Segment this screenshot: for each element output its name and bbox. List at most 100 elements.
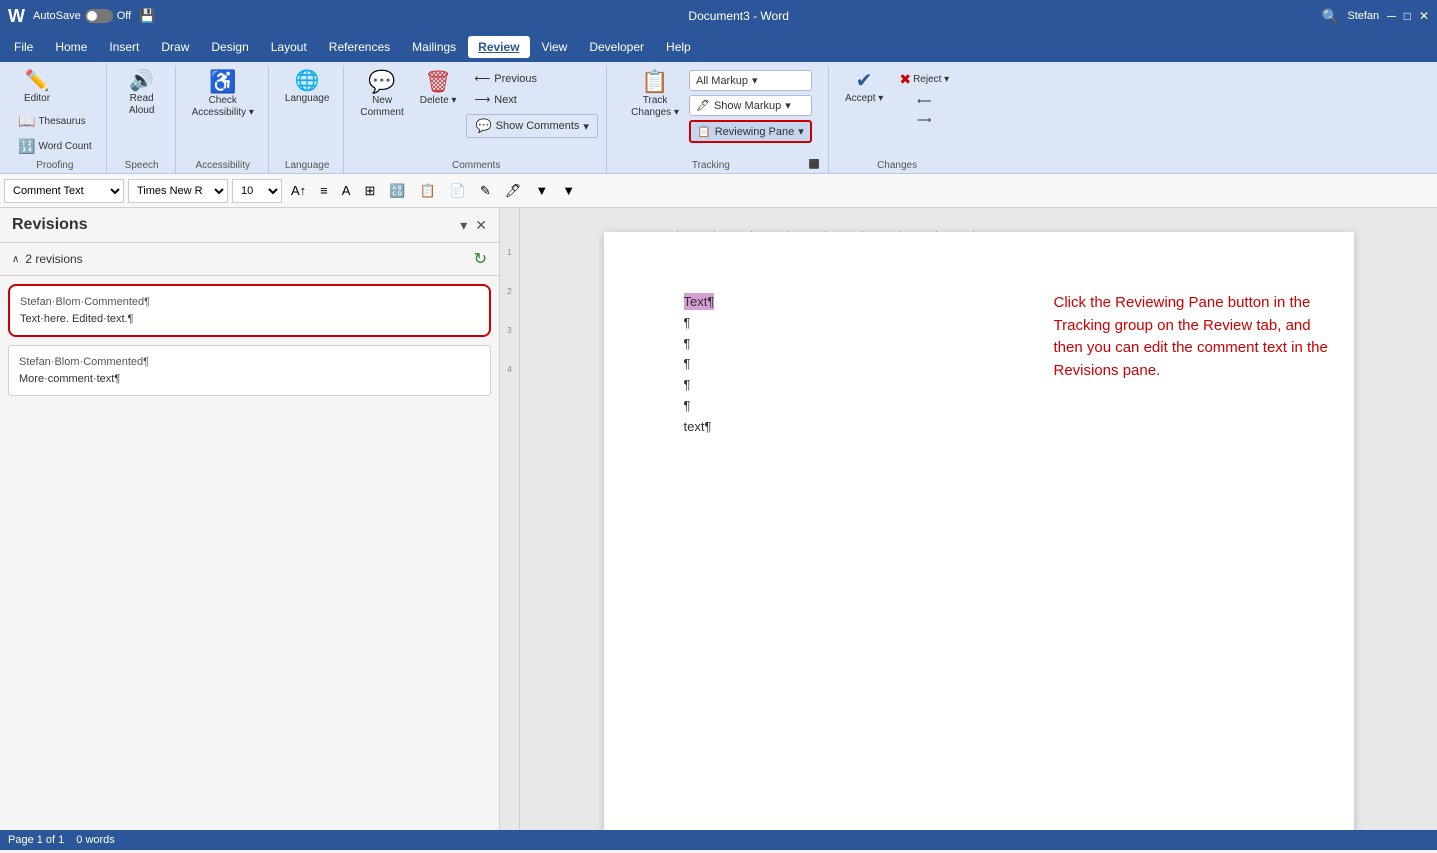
style-select[interactable]: Comment Text (4, 179, 124, 203)
menu-draw[interactable]: Draw (151, 36, 199, 58)
save-icon[interactable]: 💾 (139, 8, 155, 24)
language-label-group: Language (279, 160, 336, 171)
showcomments-button[interactable]: 💬 Show Comments ▾ (466, 114, 597, 138)
menu-developer[interactable]: Developer (579, 36, 654, 58)
maximize-icon[interactable]: □ (1404, 9, 1411, 23)
copy-button[interactable]: 📄 (445, 181, 471, 201)
editor-button[interactable]: ✏️ Editor (12, 68, 62, 108)
paragraph-icon[interactable]: ⊞ (359, 181, 380, 201)
allmarkup-dropdown[interactable]: All Markup ▾ (689, 70, 812, 91)
accept-button[interactable]: ✔ Accept ▾ (839, 68, 889, 108)
word-count-status: 0 words (76, 834, 115, 846)
revision-author-2: Stefan·Blom·Commented¶ (19, 354, 480, 371)
language-label: Language (285, 93, 330, 105)
proofing-label: Proofing (12, 160, 98, 171)
size-select[interactable]: 10 (232, 179, 282, 203)
username: Stefan (1347, 10, 1379, 22)
prevchange-button[interactable]: ⟵ (893, 93, 955, 110)
menu-mailings[interactable]: Mailings (402, 36, 466, 58)
text-frame-button[interactable]: 🔠 (384, 181, 410, 201)
reject-button[interactable]: ✖ Reject ▾ (893, 68, 955, 91)
delete-icon: 🗑 (424, 71, 452, 93)
tracking-content: 📋 TrackChanges ▾ All Markup ▾ 🖊 Show Mar… (625, 68, 812, 158)
revision-text-2[interactable]: More·comment·text¶ (19, 371, 480, 388)
showmarkup-dropdown-icon: ▾ (785, 99, 791, 112)
close-icon[interactable]: ✕ (1419, 9, 1429, 23)
main-area: Revisions ▾ ✕ ∧ 2 revisions ↻ Stefan·Blo… (0, 208, 1437, 830)
comment-button[interactable]: 🖊 (500, 181, 527, 201)
menu-review[interactable]: Review (468, 36, 529, 58)
showmarkup-button[interactable]: 🖊 Show Markup ▾ (689, 95, 812, 116)
autosave-toggle[interactable] (85, 9, 113, 23)
ribbon-group-changes: ✔ Accept ▾ ✖ Reject ▾ ⟵ ⟶ (831, 66, 963, 173)
track-button[interactable]: ✎ (475, 181, 496, 201)
revision-item[interactable]: Stefan·Blom·Commented¶ Text·here. Edited… (8, 284, 491, 337)
pane-dropdown-button[interactable]: ▾ (460, 217, 467, 234)
tracking-expand-icon[interactable]: ⬛ (809, 159, 820, 170)
minimize-icon[interactable]: ─ (1387, 9, 1396, 23)
count-chevron[interactable]: ∧ (12, 254, 19, 265)
thesaurus-icon: 📖 (18, 113, 35, 130)
revision-author-1: Stefan·Blom·Commented¶ (20, 294, 479, 311)
pane-close-button[interactable]: ✕ (475, 217, 487, 234)
menu-insert[interactable]: Insert (99, 36, 149, 58)
revisions-count-row: ∧ 2 revisions ↻ (0, 243, 499, 276)
revision-text-1[interactable]: Text·here. Edited·text.¶ (20, 311, 479, 328)
menu-layout[interactable]: Layout (261, 36, 317, 58)
menu-help[interactable]: Help (656, 36, 701, 58)
delete-button[interactable]: 🗑 Delete ▾ (414, 68, 463, 110)
nextchange-icon: ⟶ (917, 115, 931, 126)
newcomment-button[interactable]: 💬 NewComment (354, 68, 409, 122)
trackchanges-label: TrackChanges ▾ (631, 95, 679, 119)
word-logo: W (8, 6, 25, 27)
menu-design[interactable]: Design (201, 36, 258, 58)
highlight-button[interactable]: ▼ (530, 181, 553, 200)
nextchange-button[interactable]: ⟶ (893, 112, 955, 129)
next-label: Next (494, 94, 517, 106)
reviewingpane-dropdown-icon: ▾ (798, 125, 804, 138)
page-info: Page 1 of 1 (8, 834, 64, 846)
next-button[interactable]: ⟶ Next (466, 91, 597, 108)
wordcount-button[interactable]: 🔢 Word Count (12, 135, 98, 158)
readaloud-button[interactable]: 🔊 ReadAloud (117, 68, 167, 120)
checkaccessibility-label: CheckAccessibility ▾ (192, 95, 254, 119)
revisions-header-right: ▾ ✕ (460, 217, 487, 234)
trackchanges-button[interactable]: 📋 TrackChanges ▾ (625, 68, 685, 122)
title-bar: W AutoSave Off 💾 Document3 - Word 🔍 Stef… (0, 0, 1437, 32)
accept-label: Accept ▾ (845, 93, 883, 105)
titlebar-right: 🔍 Stefan ─ □ ✕ (1322, 8, 1429, 25)
showmarkup-label: Show Markup (714, 100, 781, 112)
reviewingpane-button[interactable]: 📋 Reviewing Pane ▾ (689, 120, 812, 143)
showcomments-label: Show Comments (496, 120, 580, 132)
newcomment-icon: 💬 (368, 71, 395, 93)
ribbon-group-comments: 💬 NewComment 🗑 Delete ▾ ⟵ Previous ⟶ (346, 66, 607, 173)
revision-item[interactable]: Stefan·Blom·Commented¶ More·comment·text… (8, 345, 491, 396)
menu-references[interactable]: References (319, 36, 400, 58)
grow-font-button[interactable]: A↑ (286, 181, 311, 200)
editor-icon: ✏️ (25, 71, 50, 91)
changes-content: ✔ Accept ▾ ✖ Reject ▾ ⟵ ⟶ (839, 68, 955, 158)
doc-scroll[interactable]: 1 2 3 4 5 6 7 8 9 Text¶ ¶ ¶ ¶ (520, 208, 1437, 830)
search-icon[interactable]: 🔍 (1322, 8, 1339, 25)
font-select[interactable]: Times New R (128, 179, 228, 203)
delete-label: Delete ▾ (420, 95, 457, 107)
menu-view[interactable]: View (532, 36, 578, 58)
clear-format-button[interactable]: A (337, 181, 356, 200)
revisions-count: ∧ 2 revisions (12, 252, 83, 266)
down-arrow-button[interactable]: ▼ (557, 181, 580, 200)
shrink-font-button[interactable]: ≡ (315, 181, 333, 200)
checkaccessibility-button[interactable]: ♿ CheckAccessibility ▾ (186, 68, 260, 122)
trackchanges-icon: 📋 (641, 71, 668, 93)
menu-file[interactable]: File (4, 36, 43, 58)
menu-home[interactable]: Home (45, 36, 97, 58)
previous-button[interactable]: ⟵ Previous (466, 70, 597, 87)
thesaurus-button[interactable]: 📖 Thesaurus (12, 110, 92, 133)
bottom-text: text¶ (684, 417, 1274, 438)
revisions-title: Revisions (12, 216, 88, 234)
ribbon-groups: ✏️ Editor 📖 Thesaurus 🔢 Word Count Proof… (0, 62, 1437, 173)
clipboard-button[interactable]: 📋 (415, 181, 441, 201)
language-button[interactable]: 🌐 Language (279, 68, 336, 108)
refresh-button[interactable]: ↻ (474, 249, 487, 269)
wordcount-icon: 🔢 (18, 138, 35, 155)
doc-page[interactable]: Text¶ ¶ ¶ ¶ ¶ ¶ text¶ Click the Reviewin… (604, 232, 1354, 830)
